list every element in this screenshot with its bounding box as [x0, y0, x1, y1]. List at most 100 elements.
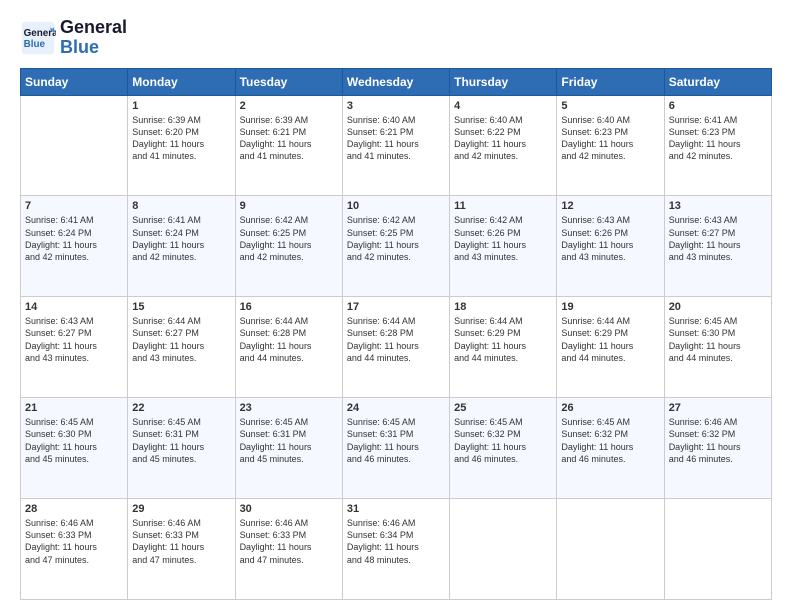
calendar-cell: 22 Sunrise: 6:45 AM Sunset: 6:31 PM Dayli…: [128, 398, 235, 499]
calendar-cell: 6 Sunrise: 6:41 AM Sunset: 6:23 PM Daylig…: [664, 95, 771, 196]
cell-info: Sunrise: 6:43 AM Sunset: 6:27 PM Dayligh…: [669, 214, 767, 263]
calendar-cell: 29 Sunrise: 6:46 AM Sunset: 6:33 PM Dayli…: [128, 499, 235, 600]
calendar-cell: 8 Sunrise: 6:41 AM Sunset: 6:24 PM Daylig…: [128, 196, 235, 297]
cell-info: Sunrise: 6:41 AM Sunset: 6:24 PM Dayligh…: [25, 214, 123, 263]
day-number: 16: [240, 301, 338, 313]
cell-info: Sunrise: 6:43 AM Sunset: 6:27 PM Dayligh…: [25, 315, 123, 364]
day-number: 25: [454, 402, 552, 414]
week-row-4: 21Sunrise: 6:45 AM Sunset: 6:30 PM Dayli…: [21, 398, 772, 499]
day-number: 9: [240, 200, 338, 212]
weekday-header-friday: Friday: [557, 68, 664, 95]
calendar-cell: 15 Sunrise: 6:44 AM Sunset: 6:27 PM Dayli…: [128, 297, 235, 398]
calendar-cell: 27Sunrise: 6:46 AM Sunset: 6:32 PM Dayli…: [664, 398, 771, 499]
week-row-2: 7 Sunrise: 6:41 AM Sunset: 6:24 PM Daylig…: [21, 196, 772, 297]
page: General Blue General Blue SundayMondayTu…: [0, 0, 792, 612]
logo-icon: General Blue: [20, 20, 56, 56]
calendar-cell: 3 Sunrise: 6:40 AM Sunset: 6:21 PM Daylig…: [342, 95, 449, 196]
cell-info: Sunrise: 6:40 AM Sunset: 6:23 PM Dayligh…: [561, 114, 659, 163]
cell-info: Sunrise: 6:39 AM Sunset: 6:21 PM Dayligh…: [240, 114, 338, 163]
calendar-table: SundayMondayTuesdayWednesdayThursdayFrid…: [20, 68, 772, 600]
calendar-cell: [450, 499, 557, 600]
day-number: 26: [561, 402, 659, 414]
cell-info: Sunrise: 6:45 AM Sunset: 6:32 PM Dayligh…: [454, 416, 552, 465]
cell-info: Sunrise: 6:45 AM Sunset: 6:31 PM Dayligh…: [240, 416, 338, 465]
cell-info: Sunrise: 6:40 AM Sunset: 6:22 PM Dayligh…: [454, 114, 552, 163]
calendar-cell: 25 Sunrise: 6:45 AM Sunset: 6:32 PM Dayli…: [450, 398, 557, 499]
calendar-cell: 20Sunrise: 6:45 AM Sunset: 6:30 PM Dayli…: [664, 297, 771, 398]
calendar-cell: 18Sunrise: 6:44 AM Sunset: 6:29 PM Dayli…: [450, 297, 557, 398]
day-number: 28: [25, 503, 123, 515]
day-number: 4: [454, 100, 552, 112]
calendar-cell: 23 Sunrise: 6:45 AM Sunset: 6:31 PM Dayli…: [235, 398, 342, 499]
day-number: 12: [561, 200, 659, 212]
day-number: 27: [669, 402, 767, 414]
calendar-cell: 5 Sunrise: 6:40 AM Sunset: 6:23 PM Daylig…: [557, 95, 664, 196]
day-number: 29: [132, 503, 230, 515]
day-number: 24: [347, 402, 445, 414]
calendar-cell: 12 Sunrise: 6:43 AM Sunset: 6:26 PM Dayli…: [557, 196, 664, 297]
day-number: 8: [132, 200, 230, 212]
calendar-cell: 14Sunrise: 6:43 AM Sunset: 6:27 PM Dayli…: [21, 297, 128, 398]
day-number: 10: [347, 200, 445, 212]
weekday-header-saturday: Saturday: [664, 68, 771, 95]
cell-info: Sunrise: 6:46 AM Sunset: 6:33 PM Dayligh…: [25, 517, 123, 566]
day-number: 19: [561, 301, 659, 313]
cell-info: Sunrise: 6:43 AM Sunset: 6:26 PM Dayligh…: [561, 214, 659, 263]
cell-info: Sunrise: 6:42 AM Sunset: 6:25 PM Dayligh…: [240, 214, 338, 263]
cell-info: Sunrise: 6:44 AM Sunset: 6:29 PM Dayligh…: [561, 315, 659, 364]
day-number: 5: [561, 100, 659, 112]
calendar-cell: [557, 499, 664, 600]
calendar-cell: 2Sunrise: 6:39 AM Sunset: 6:21 PM Daylig…: [235, 95, 342, 196]
calendar-cell: 28 Sunrise: 6:46 AM Sunset: 6:33 PM Dayli…: [21, 499, 128, 600]
day-number: 7: [25, 200, 123, 212]
day-number: 1: [132, 100, 230, 112]
day-number: 22: [132, 402, 230, 414]
calendar-cell: 30 Sunrise: 6:46 AM Sunset: 6:33 PM Dayli…: [235, 499, 342, 600]
calendar-cell: 4 Sunrise: 6:40 AM Sunset: 6:22 PM Daylig…: [450, 95, 557, 196]
weekday-header-thursday: Thursday: [450, 68, 557, 95]
cell-info: Sunrise: 6:46 AM Sunset: 6:33 PM Dayligh…: [132, 517, 230, 566]
calendar-cell: 24 Sunrise: 6:45 AM Sunset: 6:31 PM Dayli…: [342, 398, 449, 499]
day-number: 15: [132, 301, 230, 313]
calendar-cell: [664, 499, 771, 600]
svg-text:Blue: Blue: [24, 39, 46, 50]
calendar-cell: 31Sunrise: 6:46 AM Sunset: 6:34 PM Dayli…: [342, 499, 449, 600]
calendar-cell: 19 Sunrise: 6:44 AM Sunset: 6:29 PM Dayli…: [557, 297, 664, 398]
cell-info: Sunrise: 6:45 AM Sunset: 6:31 PM Dayligh…: [347, 416, 445, 465]
cell-info: Sunrise: 6:40 AM Sunset: 6:21 PM Dayligh…: [347, 114, 445, 163]
weekday-header-row: SundayMondayTuesdayWednesdayThursdayFrid…: [21, 68, 772, 95]
logo: General Blue General Blue: [20, 18, 127, 58]
cell-info: Sunrise: 6:39 AM Sunset: 6:20 PM Dayligh…: [132, 114, 230, 163]
day-number: 3: [347, 100, 445, 112]
cell-info: Sunrise: 6:44 AM Sunset: 6:27 PM Dayligh…: [132, 315, 230, 364]
calendar-cell: 13 Sunrise: 6:43 AM Sunset: 6:27 PM Dayli…: [664, 196, 771, 297]
cell-info: Sunrise: 6:44 AM Sunset: 6:28 PM Dayligh…: [240, 315, 338, 364]
cell-info: Sunrise: 6:44 AM Sunset: 6:29 PM Dayligh…: [454, 315, 552, 364]
calendar-cell: 26Sunrise: 6:45 AM Sunset: 6:32 PM Dayli…: [557, 398, 664, 499]
cell-info: Sunrise: 6:45 AM Sunset: 6:31 PM Dayligh…: [132, 416, 230, 465]
week-row-1: 1 Sunrise: 6:39 AM Sunset: 6:20 PM Daylig…: [21, 95, 772, 196]
day-number: 20: [669, 301, 767, 313]
logo-general: General: [60, 17, 127, 37]
calendar-cell: 7 Sunrise: 6:41 AM Sunset: 6:24 PM Daylig…: [21, 196, 128, 297]
day-number: 21: [25, 402, 123, 414]
day-number: 23: [240, 402, 338, 414]
day-number: 17: [347, 301, 445, 313]
cell-info: Sunrise: 6:44 AM Sunset: 6:28 PM Dayligh…: [347, 315, 445, 364]
weekday-header-sunday: Sunday: [21, 68, 128, 95]
header: General Blue General Blue: [20, 18, 772, 58]
day-number: 30: [240, 503, 338, 515]
calendar-cell: 9 Sunrise: 6:42 AM Sunset: 6:25 PM Daylig…: [235, 196, 342, 297]
cell-info: Sunrise: 6:41 AM Sunset: 6:23 PM Dayligh…: [669, 114, 767, 163]
calendar-cell: 1 Sunrise: 6:39 AM Sunset: 6:20 PM Daylig…: [128, 95, 235, 196]
day-number: 13: [669, 200, 767, 212]
logo-text: General Blue: [60, 18, 127, 58]
week-row-3: 14Sunrise: 6:43 AM Sunset: 6:27 PM Dayli…: [21, 297, 772, 398]
cell-info: Sunrise: 6:42 AM Sunset: 6:26 PM Dayligh…: [454, 214, 552, 263]
day-number: 6: [669, 100, 767, 112]
week-row-5: 28 Sunrise: 6:46 AM Sunset: 6:33 PM Dayli…: [21, 499, 772, 600]
weekday-header-wednesday: Wednesday: [342, 68, 449, 95]
cell-info: Sunrise: 6:41 AM Sunset: 6:24 PM Dayligh…: [132, 214, 230, 263]
cell-info: Sunrise: 6:46 AM Sunset: 6:33 PM Dayligh…: [240, 517, 338, 566]
cell-info: Sunrise: 6:42 AM Sunset: 6:25 PM Dayligh…: [347, 214, 445, 263]
